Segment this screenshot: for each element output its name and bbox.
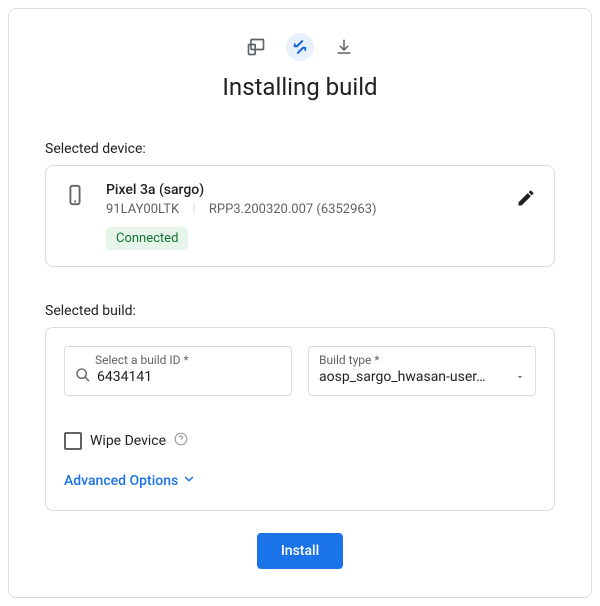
device-step-icon [242,33,270,61]
wipe-device-checkbox[interactable]: Wipe Device [64,432,536,450]
pencil-icon [516,188,536,208]
status-badge: Connected [106,227,188,250]
help-icon[interactable] [174,432,188,450]
device-info: Pixel 3a (sargo) 91LAY00LTK | RPP3.20032… [106,182,496,250]
build-type-label: Build type * [319,353,525,367]
advanced-options-text: Advanced Options [64,473,178,489]
search-icon [75,367,91,387]
device-name: Pixel 3a (sargo) [106,182,496,198]
selected-build-label: Selected build: [45,303,555,319]
selected-device-label: Selected device: [45,141,555,157]
build-id-input[interactable] [97,369,281,385]
install-build-card: Installing build Selected device: Pixel … [8,8,592,598]
step-icons [45,33,555,61]
build-id-field[interactable]: Select a build ID * [64,346,292,396]
build-id-label: Select a build ID * [95,353,281,367]
build-fields-row: Select a build ID * Build type * aosp_sa… [64,346,536,396]
install-button[interactable]: Install [257,533,343,569]
device-serial: 91LAY00LTK [106,202,179,217]
build-type-value: aosp_sargo_hwasan-user… [319,369,486,385]
advanced-options-link[interactable]: Advanced Options [64,472,196,490]
wipe-device-label: Wipe Device [90,433,166,449]
checkbox-box [64,432,82,450]
phone-icon [64,184,86,210]
install-row: Install [45,533,555,569]
chevron-down-icon [515,367,525,386]
selected-device-box: Pixel 3a (sargo) 91LAY00LTK | RPP3.20032… [45,165,555,267]
download-step-icon [330,33,358,61]
selected-build-box: Select a build ID * Build type * aosp_sa… [45,327,555,511]
edit-device-button[interactable] [516,188,536,212]
transfer-step-icon [286,33,314,61]
device-build: RPP3.200320.007 (6352963) [209,202,377,217]
page-title: Installing build [45,73,555,101]
build-type-field[interactable]: Build type * aosp_sargo_hwasan-user… [308,346,536,396]
chevron-down-icon [182,472,196,490]
device-meta: 91LAY00LTK | RPP3.200320.007 (6352963) [106,202,496,217]
